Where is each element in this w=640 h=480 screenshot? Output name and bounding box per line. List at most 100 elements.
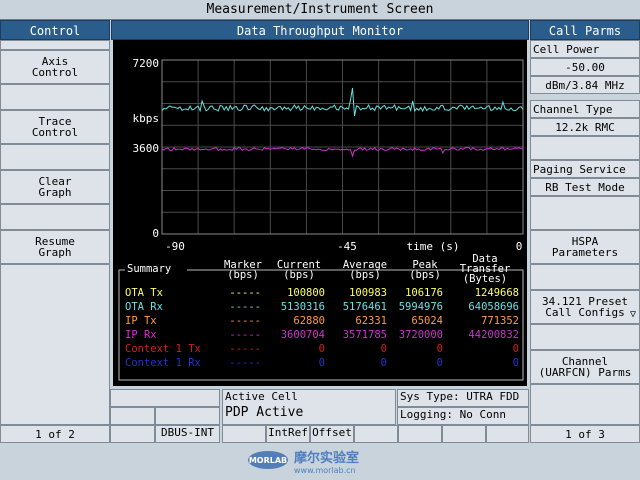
trace-control-button[interactable]: Trace Control [0, 110, 110, 144]
summary-row-marker: ----- [229, 287, 261, 299]
indicator-blank [354, 425, 398, 443]
summary-row-transfer: 1249668 [475, 287, 519, 299]
summary-row-current: 0 [319, 357, 325, 369]
summary-row-peak: 5994976 [399, 301, 443, 313]
average-unit: (bps) [349, 269, 381, 281]
summary-row-transfer: 64058696 [468, 301, 519, 313]
summary-row-current: 0 [319, 343, 325, 355]
status-cell-blank [110, 389, 220, 407]
summary-row-marker: ----- [229, 329, 261, 341]
indicator-blank [222, 425, 266, 443]
intref-indicator: IntRef [266, 425, 310, 443]
indicator-blank [110, 425, 155, 443]
button-label: (UARFCN) Parms [538, 366, 632, 379]
summary-row-average: 3571785 [343, 329, 387, 341]
summary-row-marker: ----- [229, 357, 261, 369]
button-label: Call Configs [545, 306, 625, 319]
left-spacer [0, 144, 110, 170]
active-cell-label: Active Cell [225, 390, 298, 403]
active-cell-value: PDP Active [225, 405, 304, 420]
y-tick-0: 0 [152, 227, 159, 240]
summary-row-average: 100983 [349, 287, 387, 299]
right-spacer [530, 264, 640, 290]
y-unit-label: kbps [133, 112, 160, 125]
indicator-blank [398, 425, 442, 443]
indicator-blank [486, 425, 529, 443]
call-parms-header: Call Parms [530, 20, 640, 40]
summary-row-peak: 3720000 [399, 329, 443, 341]
summary-row-label: Context 1 Rx [125, 357, 201, 369]
summary-rows: OTA Tx ----- 100800 100983 106176 1249668 OTA … [125, 287, 519, 369]
summary-row-transfer: 0 [513, 357, 519, 369]
sys-type-status: Sys Type: UTRA FDD [397, 389, 529, 407]
more-options-icon: ▽ [629, 309, 636, 320]
summary-row-peak: 0 [437, 343, 443, 355]
summary-row-average: 62331 [355, 315, 387, 327]
summary-row-average: 5176461 [343, 301, 387, 313]
summary-label: Summary [127, 263, 171, 275]
left-spacer [0, 84, 110, 110]
right-page-indicator[interactable]: 1 of 3 [530, 425, 640, 443]
offset-indicator: Offset [310, 425, 354, 443]
cell-power-unit: dBm/3.84 MHz [530, 76, 640, 94]
y-tick-3600: 3600 [133, 142, 160, 155]
hspa-parameters-button[interactable]: HSPA Parameters [530, 230, 640, 264]
left-spacer [0, 40, 110, 50]
summary-row-transfer: 771352 [481, 315, 519, 327]
channel-uarfcn-parms-button[interactable]: Channel (UARFCN) Parms [530, 350, 640, 384]
transfer-unit: (Bytes) [463, 273, 507, 285]
summary-row-peak: 106176 [405, 287, 443, 299]
summary-row-label: OTA Tx [125, 287, 163, 299]
summary-row-label: IP Rx [125, 329, 157, 341]
control-panel-header: Control [0, 20, 110, 40]
morlab-watermark-logo: MORLAB 摩尔实验室 www.morlab.cn [246, 448, 396, 476]
resume-graph-button[interactable]: Resume Graph [0, 230, 110, 264]
summary-row-average: 0 [381, 343, 387, 355]
summary-row-marker: ----- [229, 301, 261, 313]
active-cell-panel: Active Cell PDP Active [222, 389, 396, 425]
summary-row-current: 3600704 [281, 329, 325, 341]
axis-control-button[interactable]: Axis Control [0, 50, 110, 84]
cell-power-label: Cell Power [530, 40, 640, 58]
dbus-int-indicator: DBUS-INT [155, 425, 220, 443]
peak-unit: (bps) [409, 269, 441, 281]
status-cell-blank [155, 407, 220, 425]
summary-row-peak: 65024 [411, 315, 443, 327]
summary-row-current: 5130316 [281, 301, 325, 313]
x-tick-minus-90: -90 [165, 240, 185, 253]
throughput-graph: 7200 kbps 3600 0 -90 -45 time (s) 0 Summ… [118, 57, 524, 381]
left-page-indicator[interactable]: 1 of 2 [0, 425, 110, 443]
summary-row-transfer: 44200832 [468, 329, 519, 341]
x-tick-0: 0 [516, 240, 523, 253]
right-spacer [530, 384, 640, 425]
preset-call-configs-button[interactable]: 34.121 Preset Call Configs ▽ [530, 290, 640, 324]
right-spacer [530, 136, 640, 160]
status-cell-blank [110, 407, 155, 425]
summary-row-transfer: 0 [513, 343, 519, 355]
right-spacer [530, 324, 640, 350]
button-label: Control [31, 126, 79, 139]
channel-type-value[interactable]: 12.2k RMC [530, 118, 640, 136]
summary-row-marker: ----- [229, 343, 261, 355]
logo-chinese-name: 摩尔实验室 [294, 450, 359, 466]
logo-url: www.morlab.cn [294, 466, 356, 475]
y-tick-7200: 7200 [133, 57, 160, 70]
summary-row-label: IP Tx [125, 315, 157, 327]
graph-grid [161, 59, 524, 235]
left-spacer [0, 204, 110, 230]
x-axis-label: time (s) [407, 240, 460, 253]
center-panel-header: Data Throughput Monitor [111, 20, 529, 40]
summary-row-average: 0 [381, 357, 387, 369]
paging-service-label: Paging Service [530, 160, 640, 178]
summary-row-marker: ----- [229, 315, 261, 327]
right-spacer [530, 196, 640, 230]
summary-row-peak: 0 [437, 357, 443, 369]
cell-power-value[interactable]: -50.00 [530, 58, 640, 76]
summary-row-label: Context 1 Tx [125, 343, 201, 355]
paging-service-value[interactable]: RB Test Mode [530, 178, 640, 196]
button-label: Parameters [551, 246, 619, 259]
clear-graph-button[interactable]: Clear Graph [0, 170, 110, 204]
summary-row-current: 62880 [293, 315, 325, 327]
left-spacer [0, 264, 110, 425]
summary-row-current: 100800 [287, 287, 325, 299]
